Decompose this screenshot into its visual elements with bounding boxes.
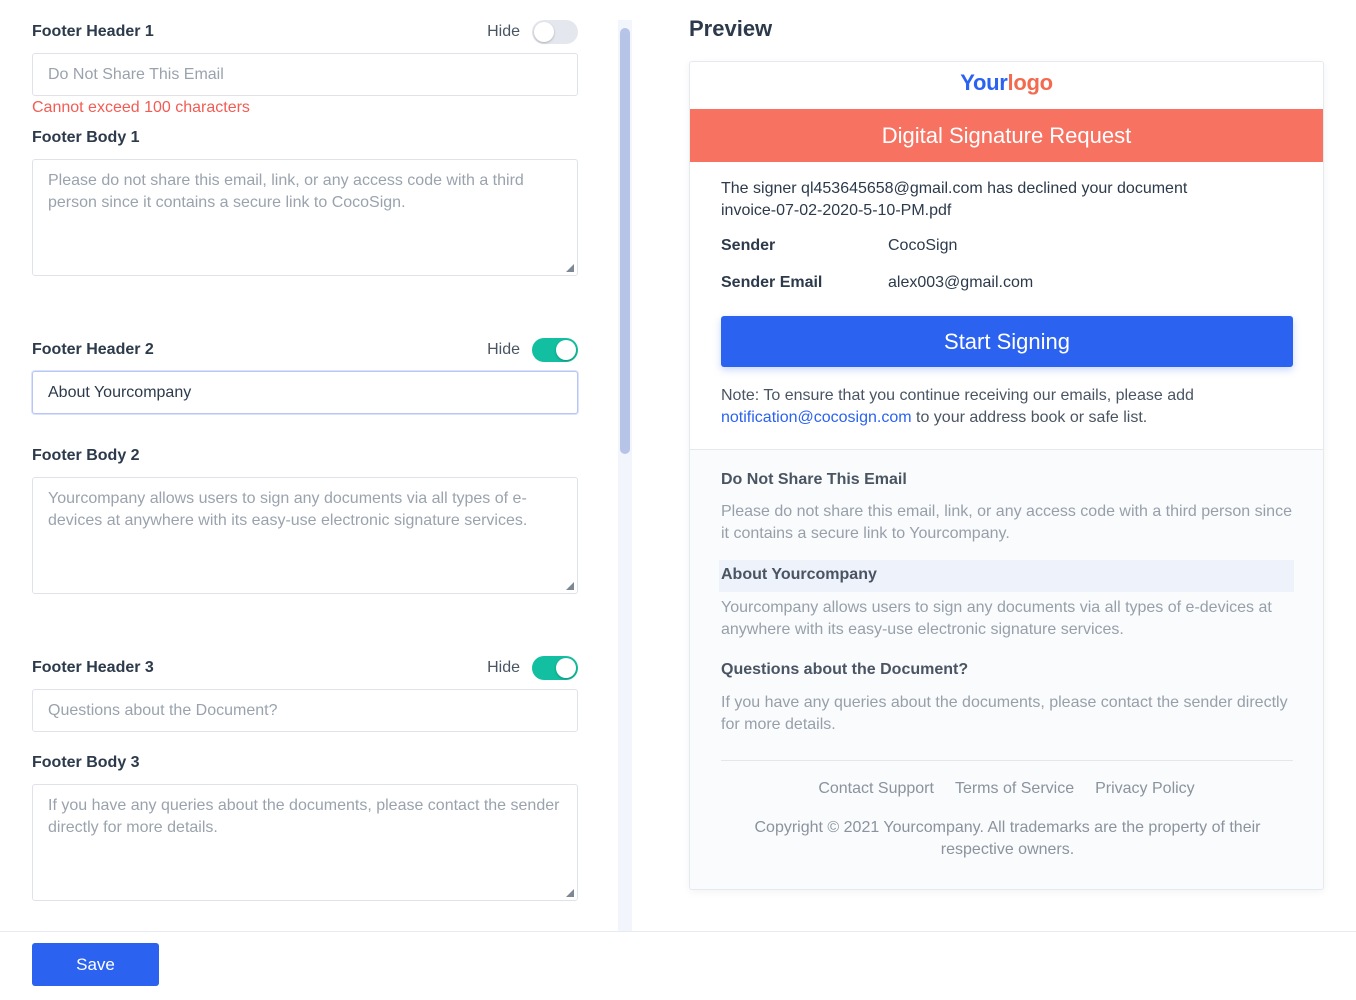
footer-header-2-hide: Hide [487, 338, 578, 362]
footer-divider [721, 760, 1293, 761]
footer-body-2-row: Footer Body 2 [32, 444, 578, 468]
hide-toggle-3[interactable] [532, 656, 578, 680]
footer-header-1-hide: Hide [487, 20, 578, 44]
toggle-knob [534, 22, 554, 42]
footer-body-2-label: Footer Body 2 [32, 447, 140, 464]
footer-header-1-input[interactable] [32, 53, 578, 96]
sender-email-label: Sender Email [721, 274, 823, 291]
footer-header-2-row: Footer Header 2 Hide [32, 338, 578, 362]
preview-footer-3-header: Questions about the Document? [721, 661, 969, 678]
sender-label: Sender [721, 237, 776, 254]
preview-footer-2-body: Yourcompany allows users to sign any doc… [721, 599, 1272, 638]
footer-body-1-row: Footer Body 1 [32, 126, 578, 150]
hide-label: Hide [487, 659, 520, 676]
sender-email-value: alex003@gmail.com [888, 274, 1034, 291]
preview-footer-3-body: If you have any queries about the docume… [721, 694, 1288, 733]
note-text: Note: To ensure that you continue receiv… [721, 385, 1296, 429]
footer-body-2-textarea[interactable] [32, 477, 578, 594]
save-button[interactable]: Save [32, 943, 159, 986]
terms-of-service-link[interactable]: Terms of Service [955, 780, 1074, 798]
message-line-2: invoice-07-02-2020-5-10-PM.pdf [721, 202, 952, 219]
logo: Yourlogo [690, 70, 1323, 96]
logo-part-your: Your [960, 70, 1008, 95]
footer-header-3-row: Footer Header 3 Hide [32, 656, 578, 680]
hide-label: Hide [487, 23, 520, 40]
resize-grip-icon[interactable] [564, 262, 574, 272]
footer-header-2-input[interactable] [32, 371, 578, 414]
copyright-text: Copyright © 2021 Yourcompany. All tradem… [754, 819, 1261, 858]
footer-header-2-label: Footer Header 2 [32, 341, 154, 358]
toggle-knob [556, 658, 576, 678]
email-preview-card: Yourlogo Digital Signature Request The s… [689, 61, 1324, 890]
hide-toggle-2[interactable] [532, 338, 578, 362]
preview-footer-1-header: Do Not Share This Email [721, 471, 907, 488]
preview-footer-1-body: Please do not share this email, link, or… [721, 503, 1292, 542]
message-text: The signer ql453645658@gmail.com has dec… [721, 178, 1291, 222]
footer-body-1-textarea[interactable] [32, 159, 578, 276]
preview-title: Preview [689, 16, 773, 41]
footer-body-3-textarea[interactable] [32, 784, 578, 901]
footer-body-1-label: Footer Body 1 [32, 129, 140, 146]
footer-header-3-input[interactable] [32, 689, 578, 732]
request-banner: Digital Signature Request [690, 109, 1323, 162]
footer-header-3-label: Footer Header 3 [32, 659, 154, 676]
logo-part-logo: logo [1007, 70, 1054, 95]
footer-body-3-label: Footer Body 3 [32, 754, 140, 771]
footer-links: Contact Support Terms of Service Privacy… [690, 780, 1323, 798]
bottom-action-bar [0, 931, 1356, 1000]
note-prefix: Note: To ensure that you continue receiv… [721, 387, 1194, 404]
privacy-policy-link[interactable]: Privacy Policy [1095, 780, 1195, 798]
preview-footer-2-header: About Yourcompany [721, 566, 877, 583]
footer-header-1-row: Footer Header 1 Hide [32, 20, 578, 44]
start-signing-button[interactable]: Start Signing [721, 316, 1293, 367]
resize-grip-icon[interactable] [564, 580, 574, 590]
hide-toggle-1[interactable] [532, 20, 578, 44]
resize-grip-icon[interactable] [564, 887, 574, 897]
contact-support-link[interactable]: Contact Support [818, 780, 934, 798]
footer-header-3-hide: Hide [487, 656, 578, 680]
notification-email-link[interactable]: notification@cocosign.com [721, 409, 912, 426]
sender-value: CocoSign [888, 237, 958, 254]
footer-header-1-error: Cannot exceed 100 characters [32, 99, 250, 116]
form-scrollbar-thumb[interactable] [620, 28, 630, 454]
footer-header-1-label: Footer Header 1 [32, 23, 154, 40]
footer-form-panel: Footer Header 1 Hide Cannot exceed 100 c… [0, 0, 618, 930]
note-suffix: to your address book or safe list. [911, 409, 1148, 426]
footer-body-3-row: Footer Body 3 [32, 751, 578, 775]
toggle-knob [556, 340, 576, 360]
hide-label: Hide [487, 341, 520, 358]
message-line-1: The signer ql453645658@gmail.com has dec… [721, 180, 1188, 197]
